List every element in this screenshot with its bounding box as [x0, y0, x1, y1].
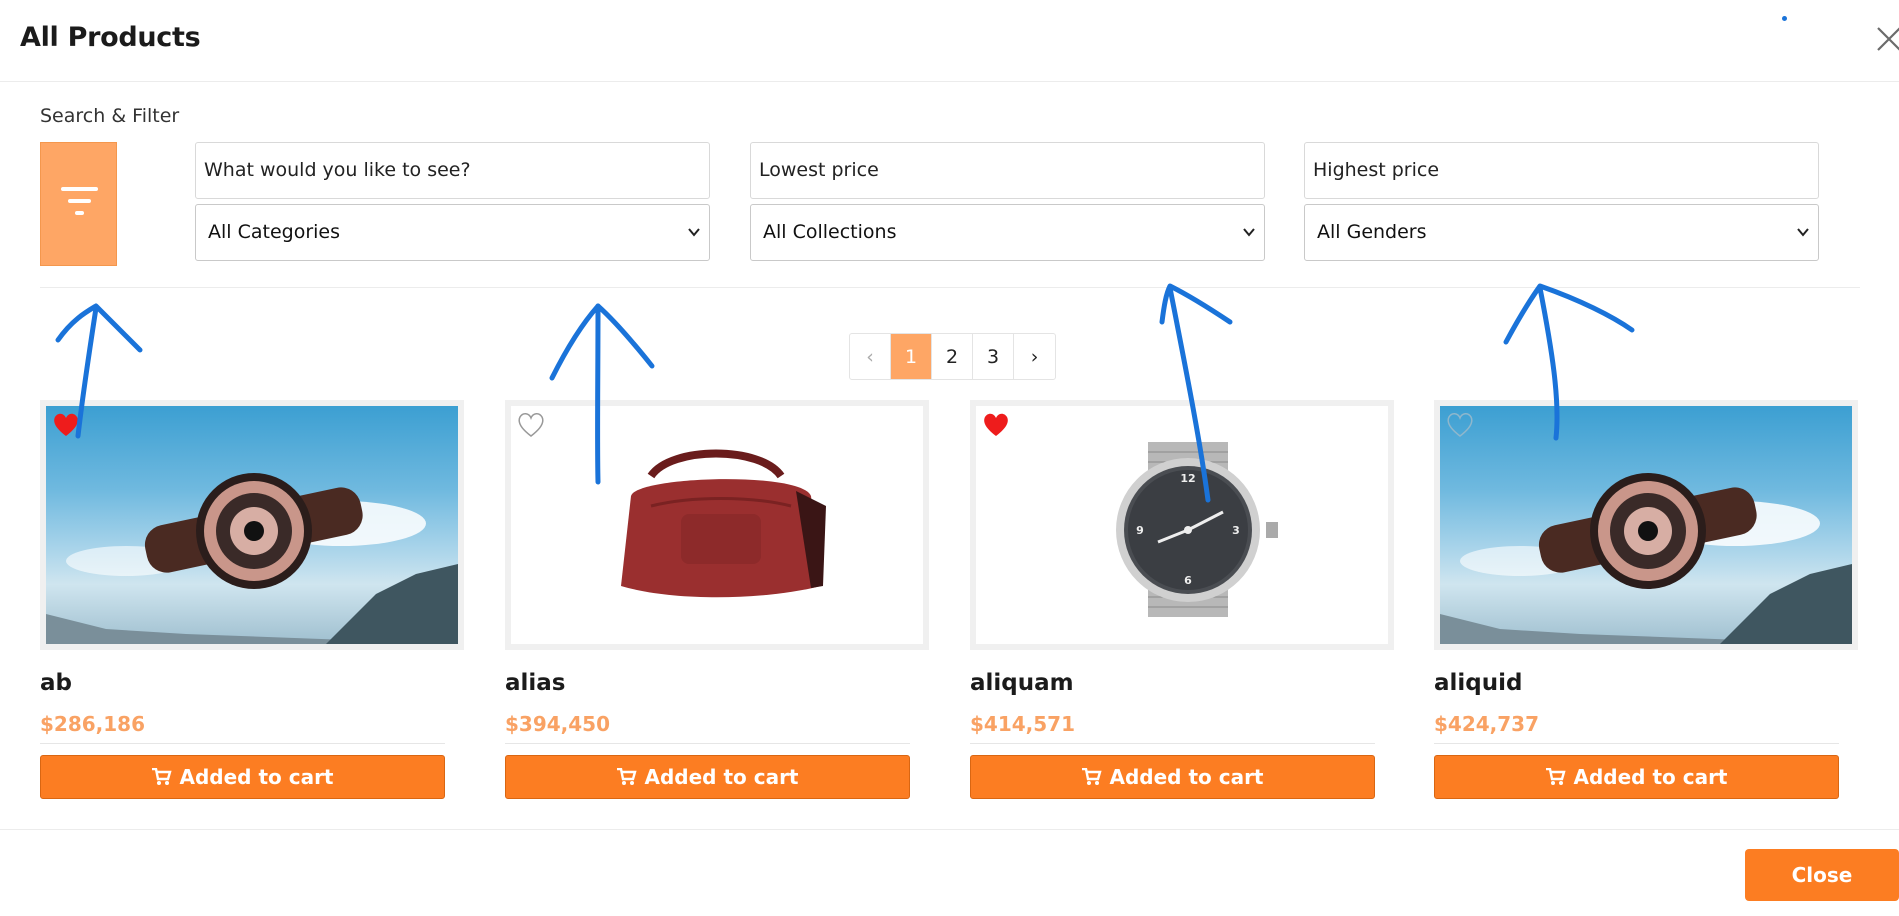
add-to-cart-label: Added to cart: [1573, 765, 1728, 789]
product-image[interactable]: [40, 400, 464, 650]
product-name[interactable]: alias: [505, 670, 566, 696]
category-select-value: All Categories: [208, 221, 341, 243]
product-name[interactable]: aliquid: [1434, 670, 1522, 696]
close-button[interactable]: Close: [1745, 849, 1899, 901]
chevron-down-icon: [1797, 228, 1809, 237]
pagination-page-2[interactable]: 2: [932, 334, 973, 379]
lowest-price-input[interactable]: Lowest price: [750, 142, 1265, 199]
annotation-dot: [1782, 16, 1787, 21]
svg-text:6: 6: [1184, 574, 1192, 587]
footer-divider: [0, 829, 1899, 830]
add-to-cart-button[interactable]: Added to cart: [505, 755, 910, 799]
card-divider: [505, 743, 910, 744]
heart-icon[interactable]: [982, 412, 1010, 438]
heart-icon[interactable]: [52, 412, 80, 438]
pagination: ‹ 1 2 3 ›: [849, 333, 1056, 380]
chevron-down-icon: [1243, 228, 1255, 237]
cart-icon: [1081, 768, 1102, 785]
annotation-arrow-head: [549, 303, 655, 381]
pagination-next[interactable]: ›: [1014, 334, 1055, 379]
cart-icon: [151, 768, 172, 785]
product-price: $414,571: [970, 712, 1076, 736]
filter-icon: [61, 187, 98, 215]
gender-select[interactable]: All Genders: [1304, 204, 1819, 261]
add-to-cart-button[interactable]: Added to cart: [1434, 755, 1839, 799]
cart-icon: [616, 768, 637, 785]
card-divider: [40, 743, 445, 744]
modal-header: All Products: [0, 0, 1899, 82]
collection-select[interactable]: All Collections: [750, 204, 1265, 261]
search-input[interactable]: What would you like to see?: [195, 142, 710, 199]
annotation-arrow-head: [1159, 283, 1233, 325]
gender-select-value: All Genders: [1317, 221, 1427, 243]
filter-button[interactable]: [40, 142, 117, 266]
heart-outline-icon[interactable]: [517, 412, 545, 438]
product-price: $424,737: [1434, 712, 1540, 736]
search-filter-label: Search & Filter: [40, 105, 180, 127]
category-select[interactable]: All Categories: [195, 204, 710, 261]
pagination-page-1[interactable]: 1: [891, 334, 932, 379]
svg-text:9: 9: [1136, 524, 1144, 537]
annotation-arrow-head: [1503, 283, 1635, 345]
product-name[interactable]: aliquam: [970, 670, 1074, 696]
close-icon[interactable]: [1872, 22, 1899, 56]
highest-price-input[interactable]: Highest price: [1304, 142, 1819, 199]
cart-icon: [1545, 768, 1566, 785]
product-image[interactable]: 12 3 6 9: [970, 400, 1394, 650]
collection-select-value: All Collections: [763, 221, 897, 243]
card-divider: [970, 743, 1375, 744]
heart-outline-icon[interactable]: [1446, 412, 1474, 438]
add-to-cart-label: Added to cart: [644, 765, 799, 789]
add-to-cart-button[interactable]: Added to cart: [970, 755, 1375, 799]
modal-title: All Products: [20, 22, 201, 53]
pagination-prev[interactable]: ‹: [850, 334, 891, 379]
card-divider: [1434, 743, 1839, 744]
svg-text:12: 12: [1180, 472, 1195, 485]
chevron-down-icon: [688, 228, 700, 237]
add-to-cart-button[interactable]: Added to cart: [40, 755, 445, 799]
filter-divider: [40, 287, 1860, 288]
product-image[interactable]: [1434, 400, 1858, 650]
pagination-page-3[interactable]: 3: [973, 334, 1014, 379]
product-price: $286,186: [40, 712, 146, 736]
product-price: $394,450: [505, 712, 611, 736]
product-image[interactable]: [505, 400, 929, 650]
add-to-cart-label: Added to cart: [179, 765, 334, 789]
svg-text:3: 3: [1232, 524, 1240, 537]
annotation-arrow-head: [55, 303, 143, 353]
product-name[interactable]: ab: [40, 670, 72, 696]
add-to-cart-label: Added to cart: [1109, 765, 1264, 789]
